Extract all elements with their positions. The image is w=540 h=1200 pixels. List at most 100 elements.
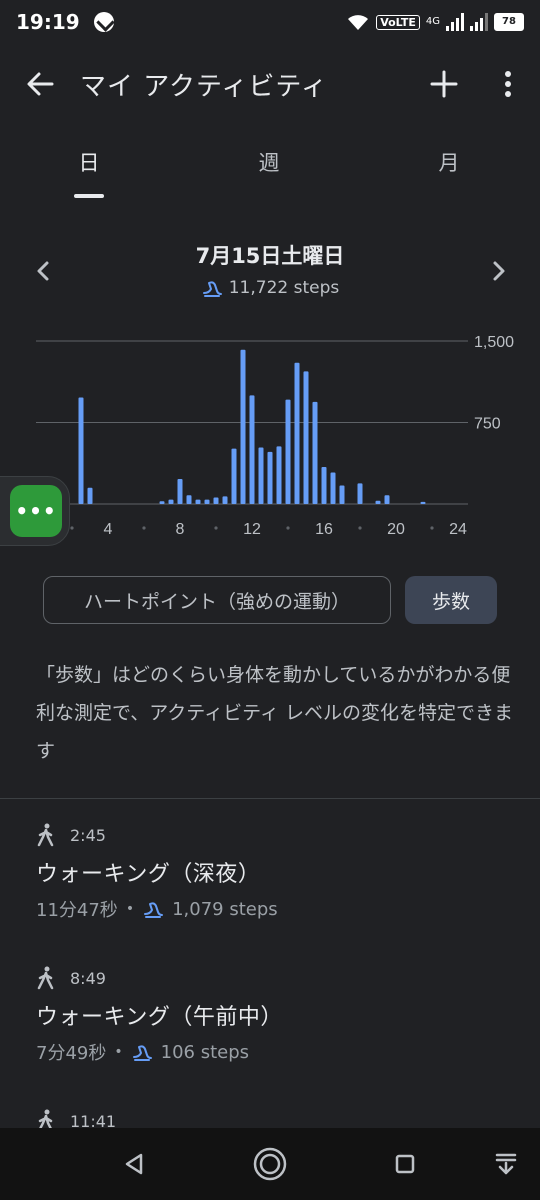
heart-points-chip[interactable]: ハートポイント（強めの運動）: [43, 576, 391, 624]
status-time: 19:19: [16, 10, 80, 34]
x-tick-label: 20: [387, 521, 405, 538]
separator-dot: •: [125, 901, 135, 917]
activity-steps: 1,079 steps: [172, 898, 278, 920]
chevron-right-icon: [493, 261, 505, 281]
square-recents-icon: [395, 1154, 415, 1174]
activity-start-time: 8:49: [70, 968, 106, 988]
tab-week[interactable]: 週: [239, 124, 299, 200]
nav-notification-button[interactable]: [484, 1142, 528, 1186]
steps-chip[interactable]: 歩数: [405, 576, 497, 624]
page-title: マイ アクティビティ: [80, 71, 328, 102]
steps-bar: [240, 349, 246, 504]
steps-bar: [285, 399, 291, 504]
y-tick-label: 750: [474, 416, 501, 433]
activity-time-row: 8:49: [36, 965, 516, 991]
activity-meta: 11分47秒 • 1,079 steps: [36, 896, 516, 922]
period-tabs: 日 週 月: [0, 124, 540, 200]
plus-icon: [430, 70, 458, 98]
steps-bar: [249, 395, 255, 504]
floating-bubble-button[interactable]: •••: [10, 485, 62, 537]
date-navigator: 7月15日土曜日 11,722 steps: [0, 234, 540, 308]
activity-duration: 11分47秒: [36, 900, 118, 921]
daily-steps-value: 11,722 steps: [228, 278, 340, 298]
battery-icon: 78: [494, 13, 524, 31]
signal-icon: [446, 13, 464, 31]
steps-bar: [384, 495, 390, 504]
activity-title: ウォーキング（午前中）: [36, 1005, 283, 1030]
metric-description: 「歩数」はどのくらい身体を動かしているかがわかる便利な測定で、アクティビティ レ…: [36, 664, 514, 762]
x-minor-dot: [214, 526, 218, 530]
x-minor-dot: [358, 526, 362, 530]
floating-bubble[interactable]: •••: [0, 476, 70, 546]
nav-recents-button[interactable]: [383, 1142, 427, 1186]
steps-bar: [357, 483, 363, 504]
steps-icon: [132, 1045, 152, 1061]
x-minor-dot: [430, 526, 434, 530]
app-notification-icon: [93, 12, 114, 32]
date-title: 7月15日土曜日: [195, 244, 345, 268]
steps-bar: [87, 487, 93, 504]
nav-home-button[interactable]: [248, 1142, 292, 1186]
next-day-button[interactable]: [484, 256, 514, 286]
walking-icon: [37, 966, 54, 990]
steps-bar: [303, 371, 309, 504]
activity-start-time: 2:45: [70, 825, 106, 845]
steps-bar: [168, 499, 174, 504]
x-minor-dot: [142, 526, 146, 530]
x-tick-label: 4: [104, 521, 113, 538]
steps-bar: [213, 497, 219, 504]
signal-icon-2: [470, 13, 488, 31]
steps-bar: [267, 451, 273, 504]
home-circle-icon: [253, 1147, 287, 1181]
steps-bar: [78, 397, 84, 504]
steps-icon: [202, 281, 222, 297]
arrow-back-icon: [27, 72, 54, 96]
network-type: 4G: [425, 16, 440, 27]
steps-bar: [330, 472, 336, 504]
system-nav-bar: [0, 1128, 540, 1200]
x-minor-dot: [286, 526, 290, 530]
tab-month[interactable]: 月: [419, 124, 479, 200]
tab-day[interactable]: 日: [59, 124, 119, 200]
x-tick-label: 12: [243, 521, 261, 538]
steps-chart: 7501,50004812162024: [0, 320, 540, 550]
back-button[interactable]: [0, 44, 80, 124]
divider: [0, 798, 540, 799]
nav-back-button[interactable]: [112, 1142, 156, 1186]
daily-steps: 11,722 steps: [0, 278, 540, 298]
steps-bar: [222, 496, 228, 504]
metric-toggle: ハートポイント（強めの運動） 歩数: [0, 576, 540, 626]
more-options-button[interactable]: [488, 64, 528, 104]
walking-icon: [37, 823, 54, 847]
steps-bar: [195, 499, 201, 504]
x-tick-label: 8: [176, 521, 185, 538]
status-right: VoLTE 4G 78: [346, 12, 524, 32]
steps-bar: [294, 362, 300, 504]
add-button[interactable]: [424, 64, 464, 104]
activity-item[interactable]: 2:45 ウォーキング（深夜） 11分47秒 • 1,079 steps: [36, 822, 516, 922]
wifi-icon: [348, 15, 369, 30]
steps-bar: [375, 500, 381, 504]
activity-meta: 7分49秒 • 106 steps: [36, 1039, 516, 1065]
steps-icon: [144, 902, 164, 918]
activity-item[interactable]: 8:49 ウォーキング（午前中） 7分49秒 • 106 steps: [36, 965, 516, 1065]
x-tick-label: 16: [315, 521, 333, 538]
steps-bar: [321, 467, 327, 504]
more-vert-icon: [505, 71, 511, 97]
steps-bar: [204, 499, 210, 504]
steps-bar: [177, 479, 183, 504]
steps-bar: [420, 501, 426, 504]
steps-bar: [339, 485, 345, 504]
y-tick-label: 1,500: [474, 334, 514, 351]
separator-dot: •: [114, 1044, 123, 1060]
activity-duration: 7分49秒: [36, 1043, 107, 1064]
volte-badge: VoLTE: [376, 14, 420, 30]
activity-time-row: 2:45: [36, 822, 516, 848]
steps-bar: [312, 401, 318, 504]
tab-indicator: [74, 194, 104, 198]
steps-bar: [276, 446, 282, 504]
steps-bar: [231, 448, 237, 504]
activity-title: ウォーキング（深夜）: [36, 862, 261, 887]
activity-steps: 106 steps: [160, 1041, 250, 1063]
steps-bar-chart: 7501,50004812162024: [32, 334, 515, 538]
